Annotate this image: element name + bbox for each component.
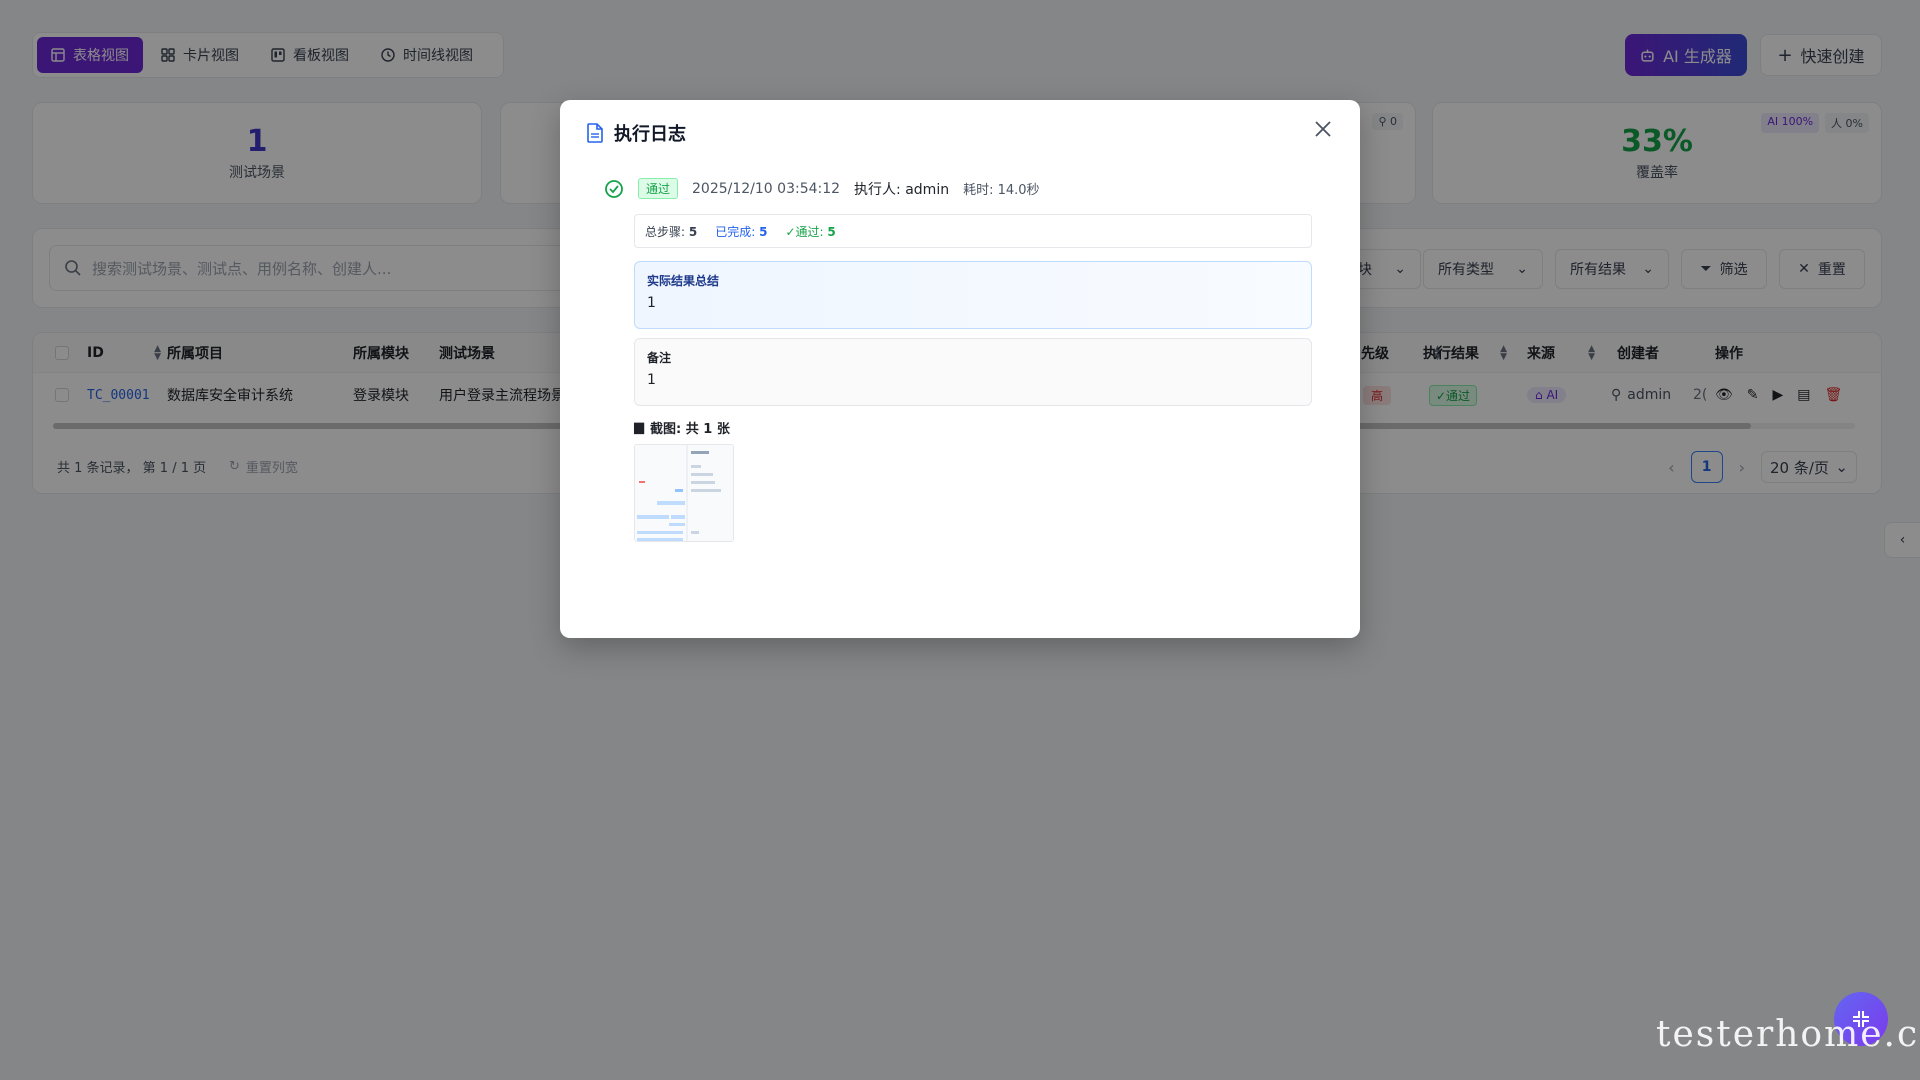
actual-result-summary: 实际结果总结 1 <box>634 261 1312 329</box>
screenshot-thumbnail[interactable] <box>634 444 734 542</box>
log-duration: 耗时: 14.0秒 <box>963 183 1040 198</box>
remarks-box: 备注 1 <box>634 338 1312 406</box>
watermark: testerhome.com <box>1656 1014 1920 1055</box>
status-badge: 通过 <box>638 178 679 199</box>
log-timestamp: 2025/12/10 03:54:12 <box>692 180 841 197</box>
check-circle-icon <box>605 179 623 198</box>
document-icon <box>587 123 603 143</box>
screenshots-header: ▆ 截图: 共 1 张 <box>634 420 730 437</box>
execution-log-modal: 执行日志 通过 2025/12/10 03:54:12 执行人: admin 耗… <box>560 100 1360 638</box>
close-icon[interactable] <box>1312 118 1334 140</box>
log-executor: 执行人: admin <box>854 181 950 198</box>
screenshot-preview-image <box>635 445 733 541</box>
log-entry-header: 通过 2025/12/10 03:54:12 执行人: admin 耗时: 14… <box>604 178 1040 199</box>
camera-icon: ▆ <box>634 420 644 435</box>
step-summary: 总步骤: 5 已完成: 5 ✓通过: 5 <box>634 214 1312 248</box>
modal-title: 执行日志 <box>614 124 686 145</box>
